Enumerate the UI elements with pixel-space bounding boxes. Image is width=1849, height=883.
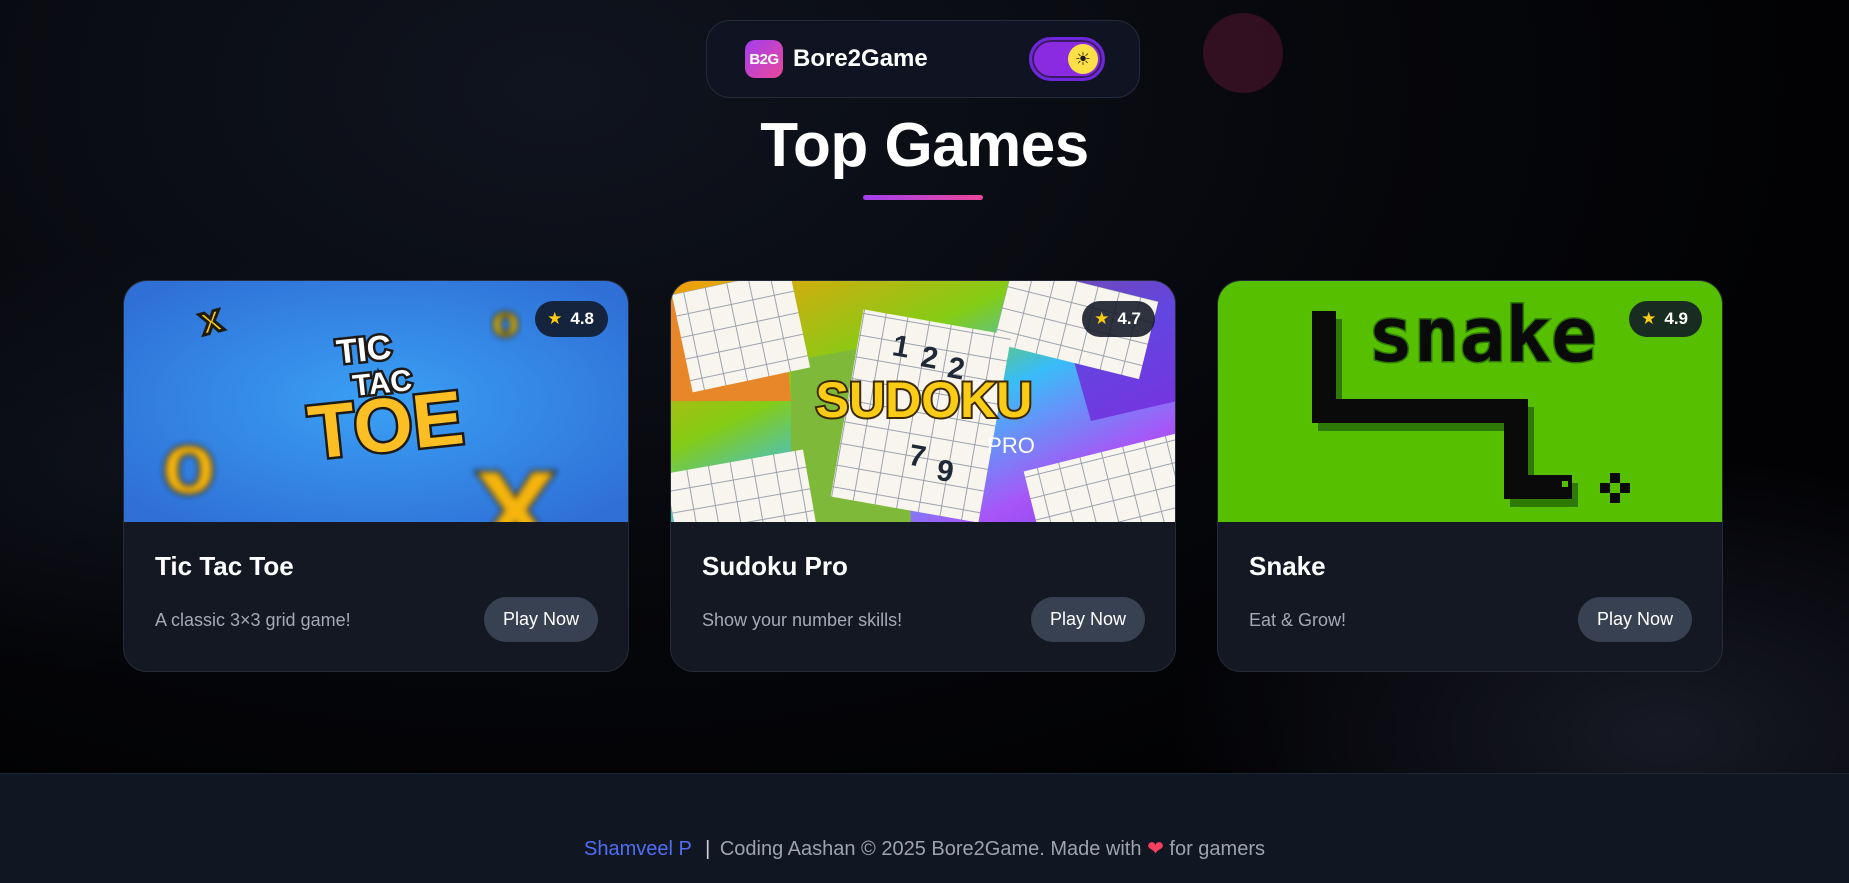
rating-value: 4.8 xyxy=(570,309,594,328)
play-now-button[interactable]: Play Now xyxy=(483,597,598,642)
play-now-button[interactable]: Play Now xyxy=(1030,597,1145,642)
card-description: A classic 3×3 grid game! xyxy=(155,610,351,630)
card-description: Eat & Grow! xyxy=(1249,610,1347,630)
footer-separator: | xyxy=(705,838,711,860)
star-icon: ★ xyxy=(1094,309,1110,328)
footer xyxy=(0,773,1849,883)
sudoku-word: SUDOKU xyxy=(816,372,1033,428)
theme-toggle[interactable]: ☀ xyxy=(1029,37,1105,81)
brand[interactable]: B2G Bore2Game xyxy=(745,40,928,78)
navbar: B2G Bore2Game ☀ xyxy=(706,20,1140,98)
rating-badge: ★ 4.7 xyxy=(1082,301,1155,337)
toe-word: TOE xyxy=(304,375,467,476)
svg-text:o: o xyxy=(162,413,216,512)
game-card-sudoku-pro[interactable]: 1 2 2 7 9 SUDOKU PRO ★ 4.7 Sudoku Pro Sh… xyxy=(670,280,1176,672)
svg-text:x: x xyxy=(474,415,557,522)
svg-text:o: o xyxy=(492,297,519,346)
brand-name: Bore2Game xyxy=(793,45,928,72)
play-now-button[interactable]: Play Now xyxy=(1577,597,1692,642)
rating-badge: ★ 4.9 xyxy=(1629,301,1702,337)
card-description: Show your number skills! xyxy=(702,610,903,630)
decorative-circle xyxy=(1203,13,1283,93)
footer-text: Shamveel P | Coding Aashan © 2025 Bore2G… xyxy=(0,836,1849,861)
star-icon: ★ xyxy=(547,309,563,328)
game-card-tic-tac-toe[interactable]: x o o x TIC TAC TOE ★ 4.8 Tic Tac Toe A … xyxy=(123,280,629,672)
rating-value: 4.7 xyxy=(1117,309,1141,328)
pro-word: PRO xyxy=(987,433,1035,458)
footer-copyright: Coding Aashan © 2025 Bore2Game. Made wit… xyxy=(719,838,1142,860)
sun-icon: ☀ xyxy=(1068,44,1098,74)
game-card-snake[interactable]: snake ★ 4.9 Snake Eat & Grow! Play Now xyxy=(1217,280,1723,672)
page-title: Top Games xyxy=(760,111,1089,180)
heart-icon: ❤ xyxy=(1147,838,1164,860)
card-title: Snake xyxy=(1249,551,1326,581)
footer-tagline: for gamers xyxy=(1169,838,1265,860)
logo-badge: B2G xyxy=(745,40,783,78)
tic-word: TIC xyxy=(335,328,393,372)
rating-badge: ★ 4.8 xyxy=(535,301,608,337)
card-title: Sudoku Pro xyxy=(702,551,848,581)
rating-value: 4.9 xyxy=(1664,309,1688,328)
title-underline xyxy=(863,195,983,200)
footer-author-link[interactable]: Shamveel P xyxy=(584,838,691,860)
card-title: Tic Tac Toe xyxy=(155,551,294,581)
star-icon: ★ xyxy=(1641,309,1657,328)
snake-word: snake xyxy=(1368,290,1597,379)
